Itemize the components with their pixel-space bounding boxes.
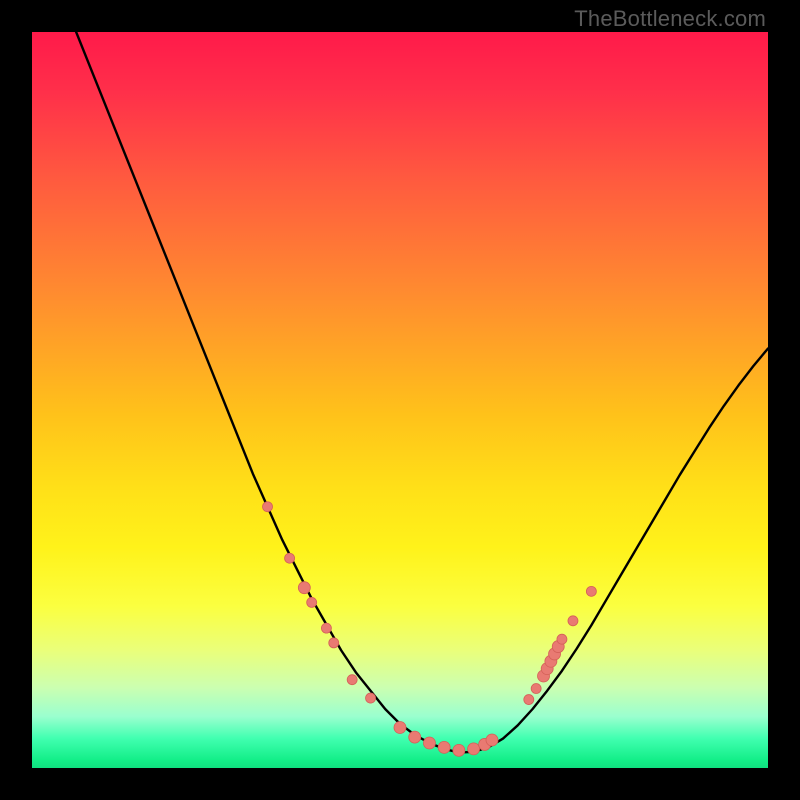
data-marker [329, 638, 339, 648]
data-marker [298, 582, 310, 594]
data-marker [263, 502, 273, 512]
chart-area [32, 32, 768, 768]
data-marker [468, 743, 480, 755]
data-marker [321, 623, 331, 633]
data-marker [438, 741, 450, 753]
data-marker [423, 737, 435, 749]
bottleneck-curve-path [76, 32, 768, 753]
data-marker [568, 616, 578, 626]
data-marker [347, 675, 357, 685]
data-marker [307, 597, 317, 607]
data-marker [285, 553, 295, 563]
data-marker [524, 695, 534, 705]
data-marker [366, 693, 376, 703]
watermark-text: TheBottleneck.com [574, 6, 766, 32]
data-marker [586, 586, 596, 596]
data-marker [486, 734, 498, 746]
data-marker [557, 634, 567, 644]
chart-svg [32, 32, 768, 768]
data-marker [409, 731, 421, 743]
data-marker [531, 684, 541, 694]
data-marker [453, 744, 465, 756]
data-marker [394, 722, 406, 734]
